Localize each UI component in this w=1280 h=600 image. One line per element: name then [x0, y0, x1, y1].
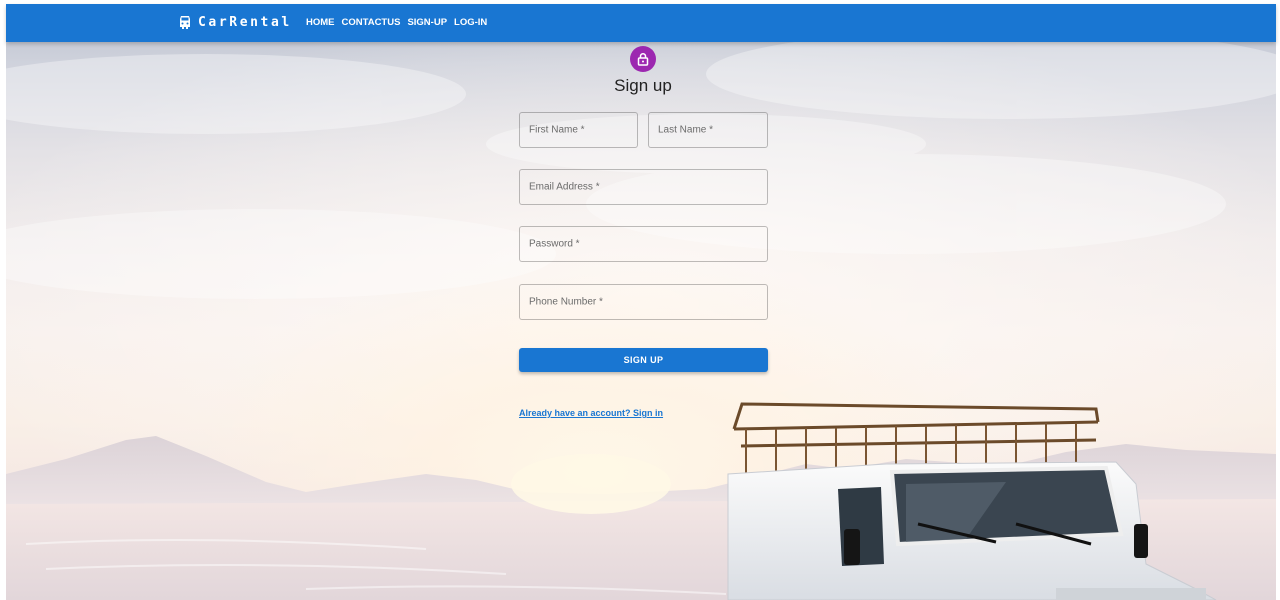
nav-home[interactable]: HOME: [306, 17, 335, 28]
form-title: Sign up: [614, 76, 672, 95]
nav-links: HOME CONTACTUS SIGN-UP LOG-IN: [306, 17, 494, 28]
password-input[interactable]: [520, 227, 771, 263]
nav-sign-up[interactable]: SIGN-UP: [407, 17, 447, 28]
brand[interactable]: CarRental: [178, 14, 292, 30]
first-name-field[interactable]: First Name *: [519, 112, 641, 149]
last-name-input[interactable]: [649, 113, 771, 149]
nav-contactus[interactable]: CONTACTUS: [342, 17, 401, 28]
sign-up-button[interactable]: SIGN UP: [519, 348, 768, 372]
email-field[interactable]: Email Address *: [519, 169, 771, 206]
email-input[interactable]: [520, 170, 771, 206]
last-name-field[interactable]: Last Name *: [648, 112, 771, 149]
nav-log-in[interactable]: LOG-IN: [454, 17, 487, 28]
password-field[interactable]: Password *: [519, 226, 771, 263]
phone-field[interactable]: Phone Number *: [519, 284, 771, 321]
top-navbar: CarRental HOME CONTACTUS SIGN-UP LOG-IN: [6, 4, 1276, 42]
sun-glow: [511, 454, 671, 514]
phone-input[interactable]: [520, 285, 771, 321]
first-name-input[interactable]: [520, 113, 641, 149]
sign-in-link[interactable]: Already have an account? Sign in: [519, 408, 663, 418]
car-icon: [180, 16, 190, 29]
lock-avatar: [630, 46, 656, 72]
brand-name: CarRental: [198, 14, 292, 30]
lock-icon: [637, 52, 649, 66]
page: CarRental HOME CONTACTUS SIGN-UP LOG-IN …: [0, 0, 1280, 600]
